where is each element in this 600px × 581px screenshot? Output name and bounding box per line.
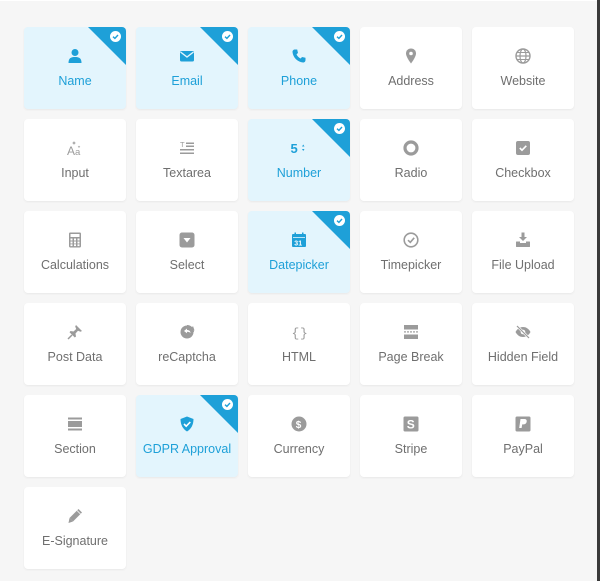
field-tile-page-break[interactable]: Page Break [360,303,462,385]
field-tile-e-signature[interactable]: E-Signature [24,487,126,569]
field-tile-website[interactable]: Website [472,27,574,109]
eye-slash-icon [472,323,574,341]
field-tile-textarea[interactable]: T Textarea [136,119,238,201]
field-tile-label: Website [500,74,546,88]
field-tile-section[interactable]: Section [24,395,126,477]
field-tile-select[interactable]: Select [136,211,238,293]
pin-icon [24,323,126,341]
svg-text:}: } [300,326,308,341]
field-tile-label: Textarea [163,166,211,180]
selected-check-icon [88,27,126,65]
svg-text:5: 5 [291,141,298,156]
field-tile-label: Name [58,74,92,88]
page-break-icon [360,323,462,341]
field-tile-label: File Upload [491,258,555,272]
field-tile-label: HTML [281,350,317,364]
paypal-icon [472,415,574,433]
top-border [0,0,597,1]
radio-icon [360,139,462,157]
selected-check-icon [312,211,350,249]
clock-icon [360,231,462,249]
field-tile-label: reCaptcha [158,350,216,364]
field-tile-label: Section [54,442,96,456]
field-tile-checkbox[interactable]: Checkbox [472,119,574,201]
code-braces-icon: {} [248,323,350,341]
field-tile-label: Timepicker [380,258,442,272]
field-tile-radio[interactable]: Radio [360,119,462,201]
field-tile-hidden-field[interactable]: Hidden Field [472,303,574,385]
field-tile-calculations[interactable]: Calculations [24,211,126,293]
field-tile-label: E-Signature [41,534,108,548]
dollar-circle-icon: $ [248,415,350,433]
field-tile-label: Checkbox [495,166,551,180]
field-tile-label: Page Break [378,350,444,364]
field-tile-label: PayPal [503,442,543,456]
field-tile-file-upload[interactable]: File Upload [472,211,574,293]
field-tile-label: Calculations [40,258,110,272]
pencil-icon [24,507,126,525]
field-tile-label: Post Data [47,350,103,364]
field-tile-email[interactable]: Email [136,27,238,109]
field-tile-label: Datepicker [269,258,329,272]
field-tile-label: Currency [273,442,325,456]
select-dropdown-icon [136,231,238,249]
selected-check-icon [200,395,238,433]
text-input-icon: Aa [24,139,126,157]
field-tile-currency[interactable]: $ Currency [248,395,350,477]
field-tile-label: Number [276,166,322,180]
field-tile-label: Stripe [394,442,428,456]
field-tile-stripe[interactable]: S Stripe [360,395,462,477]
field-tile-gdpr-approval[interactable]: GDPR Approval [136,395,238,477]
globe-icon [472,47,574,65]
field-tile-label: Radio [394,166,428,180]
field-tile-label: Input [61,166,89,180]
svg-text:a: a [75,147,81,157]
selected-check-icon [312,27,350,65]
svg-text:{: { [292,326,300,341]
recaptcha-icon [136,323,238,341]
field-tile-label: Address [388,74,434,88]
field-tile-label: Hidden Field [487,350,559,364]
svg-text:S: S [407,418,415,432]
checkbox-icon [472,139,574,157]
field-tile-label: Select [169,258,205,272]
field-tile-paypal[interactable]: PayPal [472,395,574,477]
svg-text:A: A [67,144,75,157]
upload-icon [472,231,574,249]
field-tile-number[interactable]: 5 Number [248,119,350,201]
field-tile-timepicker[interactable]: Timepicker [360,211,462,293]
section-icon [24,415,126,433]
map-marker-icon [360,47,462,65]
svg-text:$: $ [296,420,302,431]
selected-check-icon [200,27,238,65]
field-tile-name[interactable]: Name [24,27,126,109]
svg-text:T: T [180,140,185,149]
field-tile-phone[interactable]: Phone [248,27,350,109]
field-tile-recaptcha[interactable]: reCaptcha [136,303,238,385]
field-tile-post-data[interactable]: Post Data [24,303,126,385]
field-tile-html[interactable]: {} HTML [248,303,350,385]
field-tile-datepicker[interactable]: 31 Datepicker [248,211,350,293]
field-tile-input[interactable]: Aa Input [24,119,126,201]
svg-text:31: 31 [294,241,302,248]
field-tile-label: Email [171,74,203,88]
field-type-grid: Name Email Phone Address Website Aa Input T Text… [24,27,574,569]
stripe-icon: S [360,415,462,433]
textarea-icon: T [136,139,238,157]
calculator-icon [24,231,126,249]
field-tile-label: GDPR Approval [142,442,232,456]
field-tile-address[interactable]: Address [360,27,462,109]
selected-check-icon [312,119,350,157]
field-tile-label: Phone [280,74,318,88]
